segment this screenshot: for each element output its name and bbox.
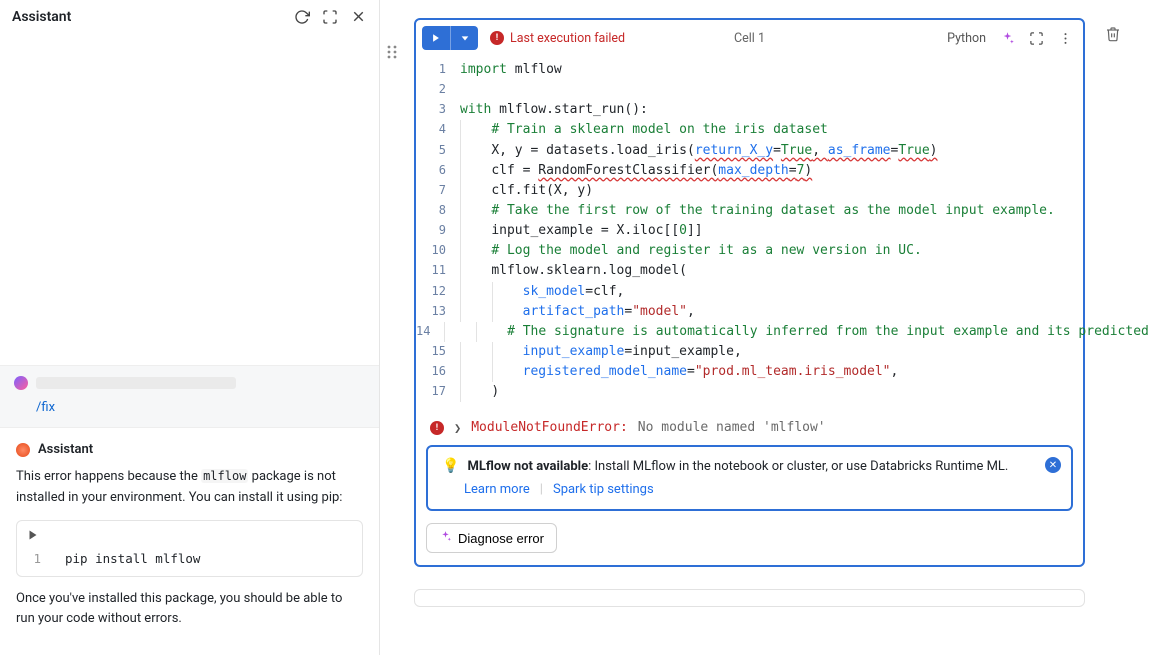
user-avatar-icon <box>14 376 28 390</box>
assistant-title: Assistant <box>12 9 294 25</box>
spark-tip-link[interactable]: Spark tip settings <box>553 482 654 497</box>
run-cell-button[interactable] <box>422 26 450 50</box>
diagnose-error-button[interactable]: Diagnose error <box>426 523 557 553</box>
hint-close-icon[interactable]: ✕ <box>1045 457 1061 473</box>
run-button-group <box>422 26 478 50</box>
assistant-code-block: 1 pip install mlflow <box>16 520 363 577</box>
code-cell: ! Last execution failed Cell 1 Python <box>414 18 1085 567</box>
code-editor[interactable]: 1import import mlflowmlflow 2 3with mlfl… <box>416 56 1083 410</box>
run-snippet-icon[interactable] <box>27 530 39 545</box>
error-message: No module named 'mlflow' <box>638 420 826 435</box>
expand-icon[interactable] <box>322 9 338 25</box>
assistant-panel: Assistant /fix <box>0 0 380 655</box>
error-output[interactable]: ! ❯ ModuleNotFoundError: No module named… <box>426 416 1073 445</box>
close-icon[interactable] <box>350 8 367 25</box>
slash-command: /fix <box>36 400 365 415</box>
sparkle-icon <box>439 530 452 546</box>
user-message: /fix <box>0 365 379 428</box>
error-name: ModuleNotFoundError: <box>471 420 628 435</box>
language-label[interactable]: Python <box>947 31 986 46</box>
chevron-right-icon[interactable]: ❯ <box>454 421 461 435</box>
line-number: 1 <box>27 551 41 566</box>
refresh-icon[interactable] <box>294 9 310 25</box>
next-cell-placeholder[interactable] <box>414 589 1085 607</box>
learn-more-link[interactable]: Learn more <box>464 482 530 497</box>
error-badge-icon: ! <box>490 31 504 45</box>
assistant-text: This error happens because the mlflow pa… <box>16 467 363 507</box>
hint-banner: ✕ 💡 MLflow not available: Install MLflow… <box>426 445 1073 511</box>
cell-more-icon[interactable] <box>1058 31 1073 46</box>
assistant-message: Assistant This error happens because the… <box>0 428 379 655</box>
cell-output: ! ❯ ModuleNotFoundError: No module named… <box>416 410 1083 565</box>
cell-drag-handle-icon[interactable] <box>386 44 398 64</box>
assistant-avatar-icon <box>16 443 30 457</box>
assistant-followup: Once you've installed this package, you … <box>16 589 363 629</box>
run-menu-button[interactable] <box>450 26 478 50</box>
assistant-name-label: Assistant <box>38 442 93 457</box>
error-dot-icon: ! <box>430 421 444 435</box>
lightbulb-icon: 💡 <box>442 459 459 473</box>
code-text: pip install mlflow <box>65 551 200 566</box>
user-name-redacted <box>36 377 236 389</box>
delete-cell-icon[interactable] <box>1105 26 1121 46</box>
ai-sparkle-icon[interactable] <box>1000 31 1015 46</box>
notebook-area: ! Last execution failed Cell 1 Python <box>380 0 1149 655</box>
expand-cell-icon[interactable] <box>1029 31 1044 46</box>
execution-status: ! Last execution failed <box>490 31 625 46</box>
cell-label: Cell 1 <box>734 31 765 46</box>
